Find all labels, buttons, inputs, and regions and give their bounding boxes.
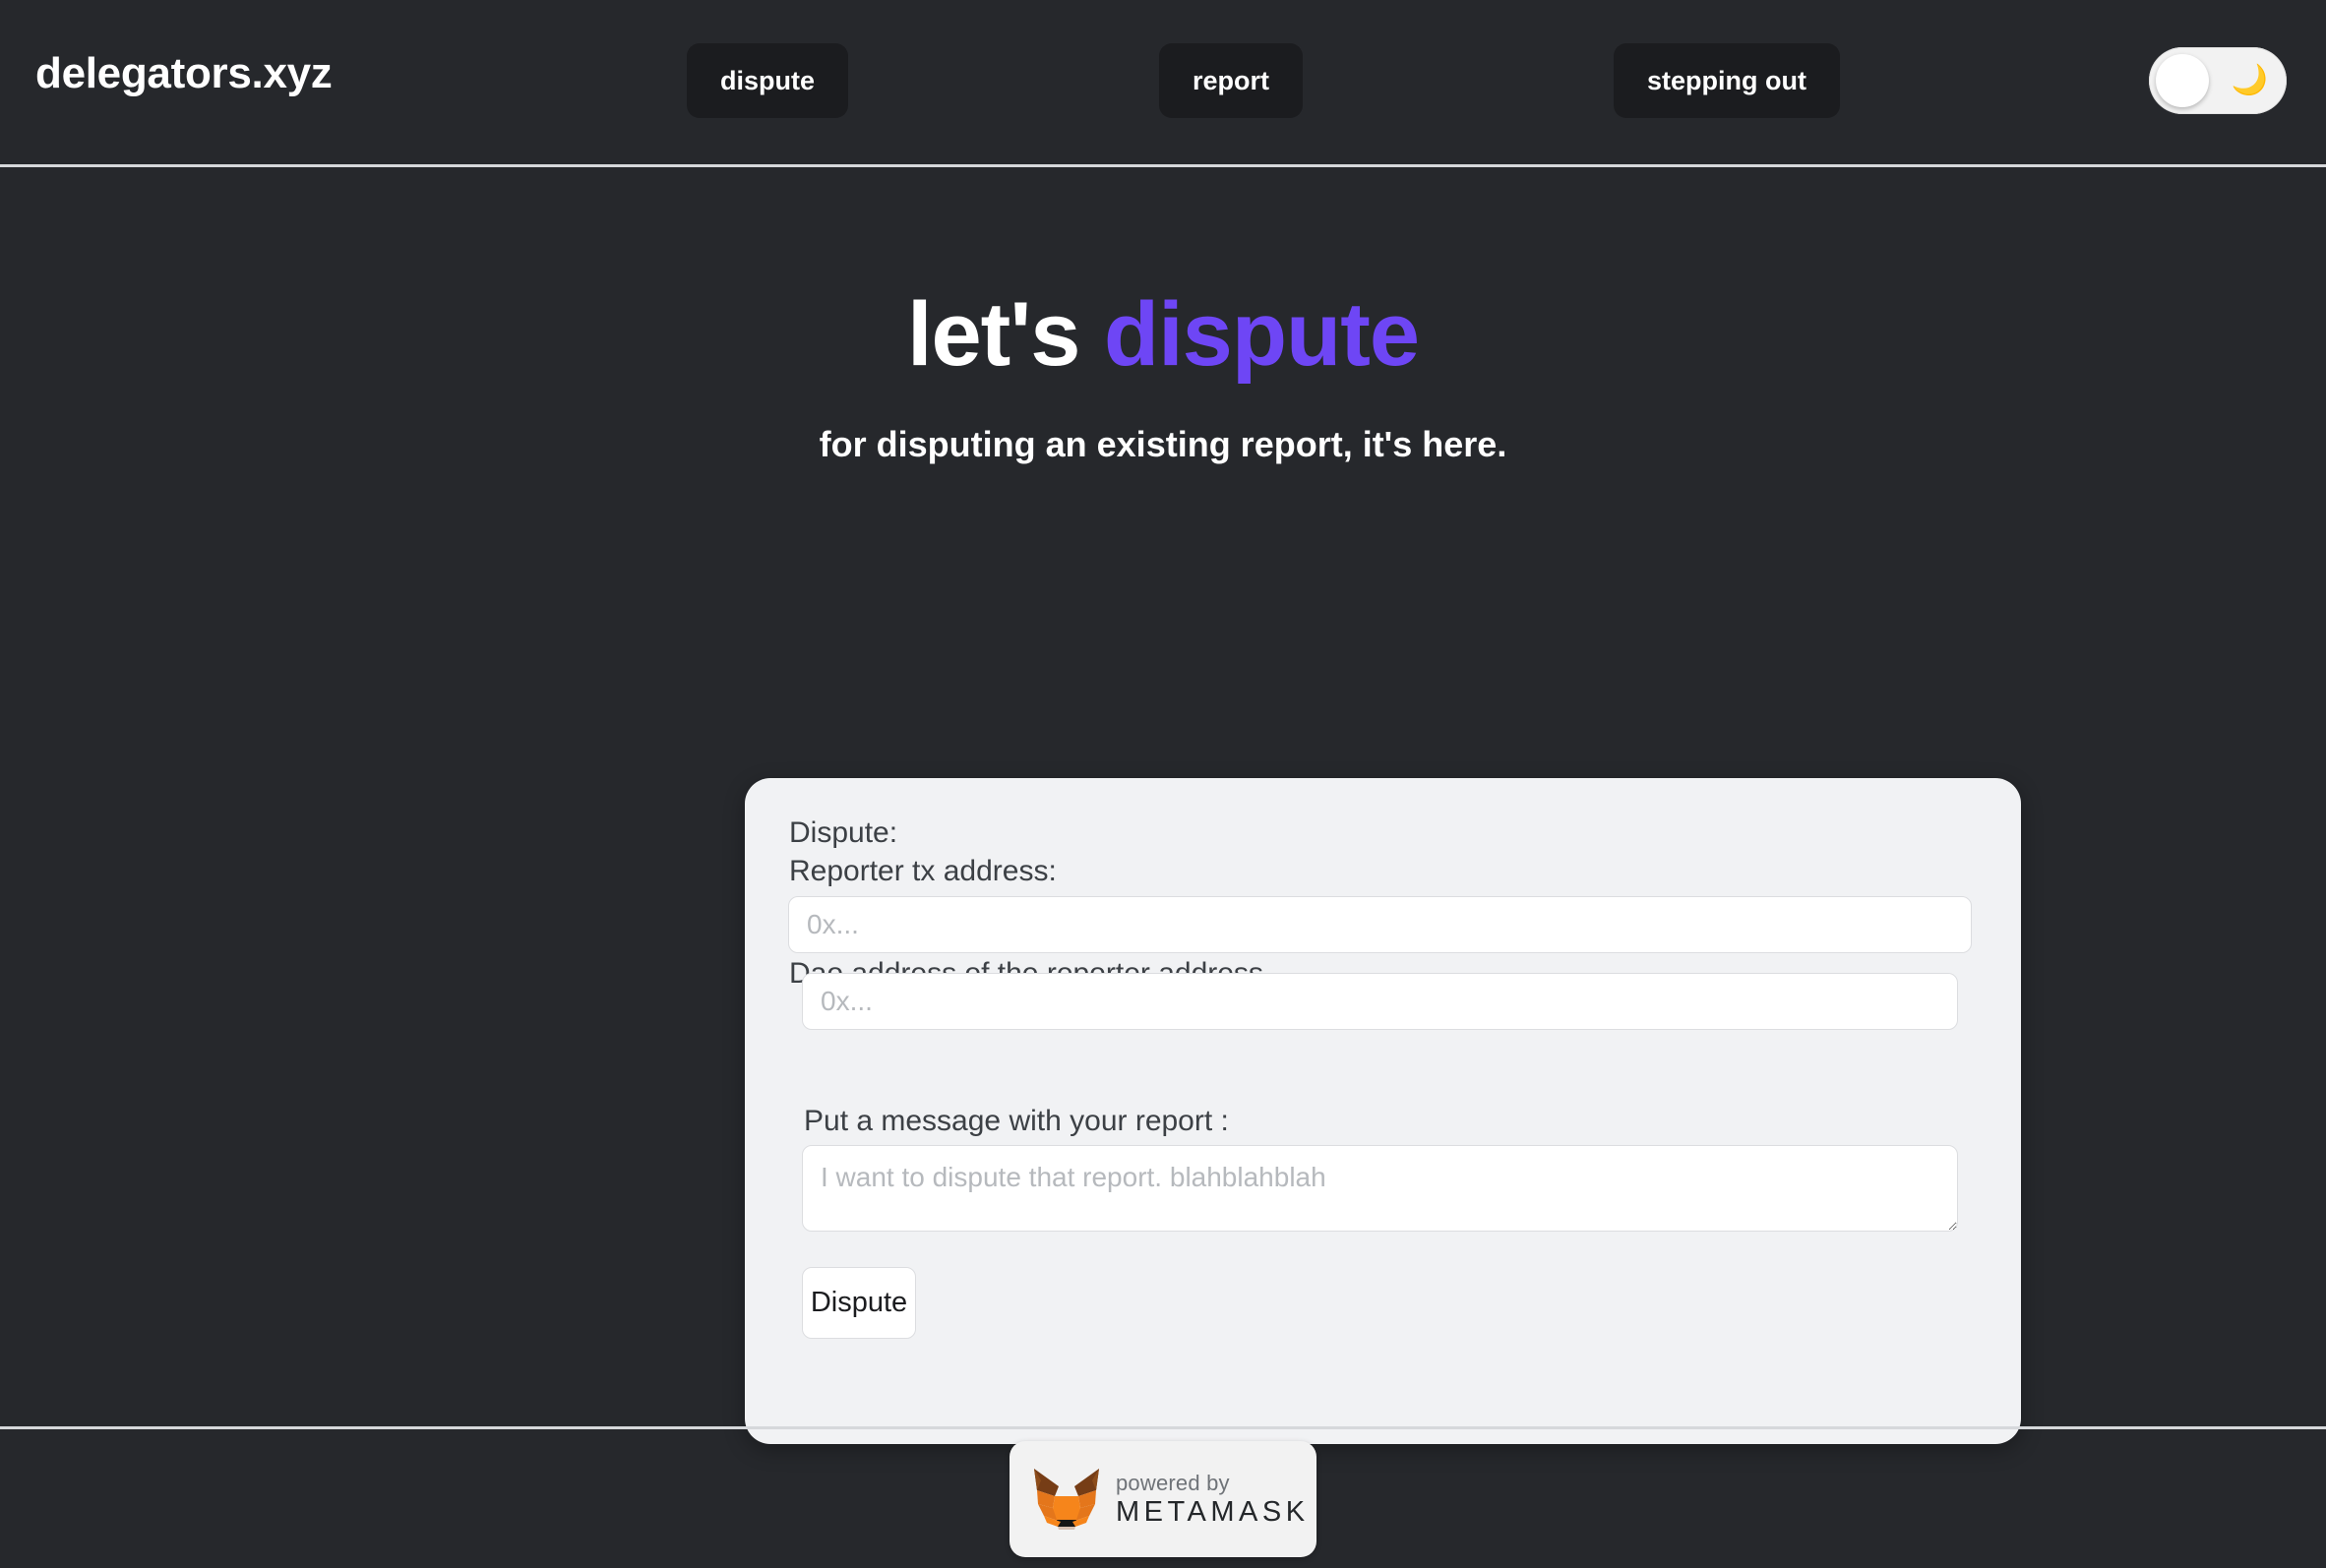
nav-item-stepping-out[interactable]: stepping out <box>1614 43 1840 118</box>
dao-address-input[interactable] <box>802 973 1958 1030</box>
metamask-badge[interactable]: powered by METAMASK <box>1010 1441 1316 1557</box>
metamask-fox-icon <box>1034 1469 1099 1530</box>
page-subtitle: for disputing an existing report, it's h… <box>819 423 1507 464</box>
form-section-label: Dispute: <box>789 816 898 849</box>
app-root: delegators.xyz dispute report stepping o… <box>0 0 2326 1568</box>
reporter-tx-label: Reporter tx address: <box>789 855 1057 887</box>
reporter-tx-input[interactable] <box>788 896 1972 953</box>
dispute-form-card: Dispute: Reporter tx address: Dao addres… <box>745 778 2021 1444</box>
page-title: let's dispute <box>906 284 1420 385</box>
site-footer: powered by METAMASK <box>0 1426 2326 1568</box>
dispute-submit-button[interactable]: Dispute <box>802 1267 916 1339</box>
message-label: Put a message with your report : <box>804 1105 1229 1137</box>
metamask-wordmark: METAMASK <box>1116 1495 1310 1528</box>
nav-item-dispute[interactable]: dispute <box>687 43 849 118</box>
metamask-text: powered by METAMASK <box>1116 1470 1310 1528</box>
page-title-plain: let's <box>906 284 1104 385</box>
page-title-accent: dispute <box>1103 284 1420 385</box>
theme-toggle-switch[interactable]: 🌙 <box>2149 47 2287 114</box>
crescent-moon-icon: 🌙 <box>2231 64 2268 96</box>
nav-item-report[interactable]: report <box>1159 43 1304 118</box>
brand-logo[interactable]: delegators.xyz <box>35 49 333 98</box>
site-header: delegators.xyz dispute report stepping o… <box>0 0 2326 167</box>
metamask-powered-by-label: powered by <box>1116 1470 1230 1495</box>
message-textarea[interactable] <box>802 1145 1958 1232</box>
main-content: let's dispute for disputing an existing … <box>0 167 2326 1444</box>
toggle-knob <box>2156 54 2209 107</box>
